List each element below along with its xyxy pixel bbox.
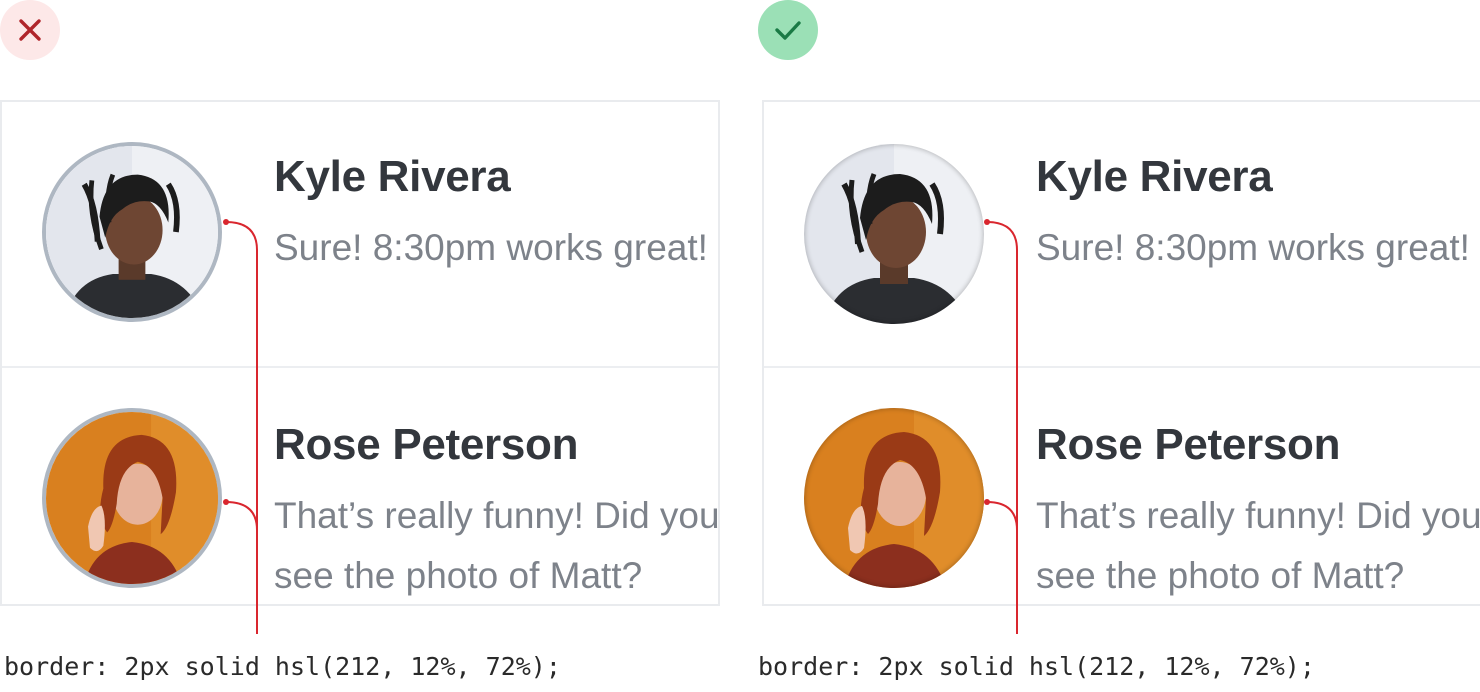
conversation-row[interactable]: Rose Peterson That’s really funny! Did y… [764, 368, 1480, 604]
message-preview: Sure! 8:30pm works great! [1036, 227, 1470, 268]
bad-example-card: Kyle Rivera Sure! 8:30pm works great! Ro… [0, 100, 720, 606]
conversation-row[interactable]: Kyle Rivera Sure! 8:30pm works great! [764, 102, 1480, 368]
incorrect-badge [0, 0, 60, 60]
contact-name: Kyle Rivera [1036, 152, 1273, 201]
conversation-row[interactable]: Kyle Rivera Sure! 8:30pm works great! [2, 102, 718, 368]
avatar [42, 408, 222, 588]
contact-name: Rose Peterson [1036, 420, 1341, 469]
avatar [804, 408, 984, 588]
correct-badge [758, 0, 818, 60]
man-portrait-image [46, 146, 218, 318]
message-preview: Sure! 8:30pm works great! [274, 227, 708, 268]
conversation-row[interactable]: Rose Peterson That’s really funny! Did y… [2, 368, 720, 604]
contact-name: Rose Peterson [274, 420, 579, 469]
message-preview: That’s really funny! Did you see the pho… [1036, 495, 1480, 596]
css-code-label: border: 2px solid hsl(212, 12%, 72%); [758, 652, 1315, 681]
good-example-card: Kyle Rivera Sure! 8:30pm works great! Ro… [762, 100, 1480, 606]
css-code-label: border: 2px solid hsl(212, 12%, 72%); [4, 652, 561, 681]
contact-name: Kyle Rivera [274, 152, 511, 201]
avatar [42, 142, 222, 322]
avatar [804, 144, 984, 324]
woman-portrait-image [46, 412, 218, 584]
check-icon [775, 21, 801, 40]
message-preview: That’s really funny! Did you see the pho… [274, 495, 720, 596]
close-icon [19, 19, 41, 41]
